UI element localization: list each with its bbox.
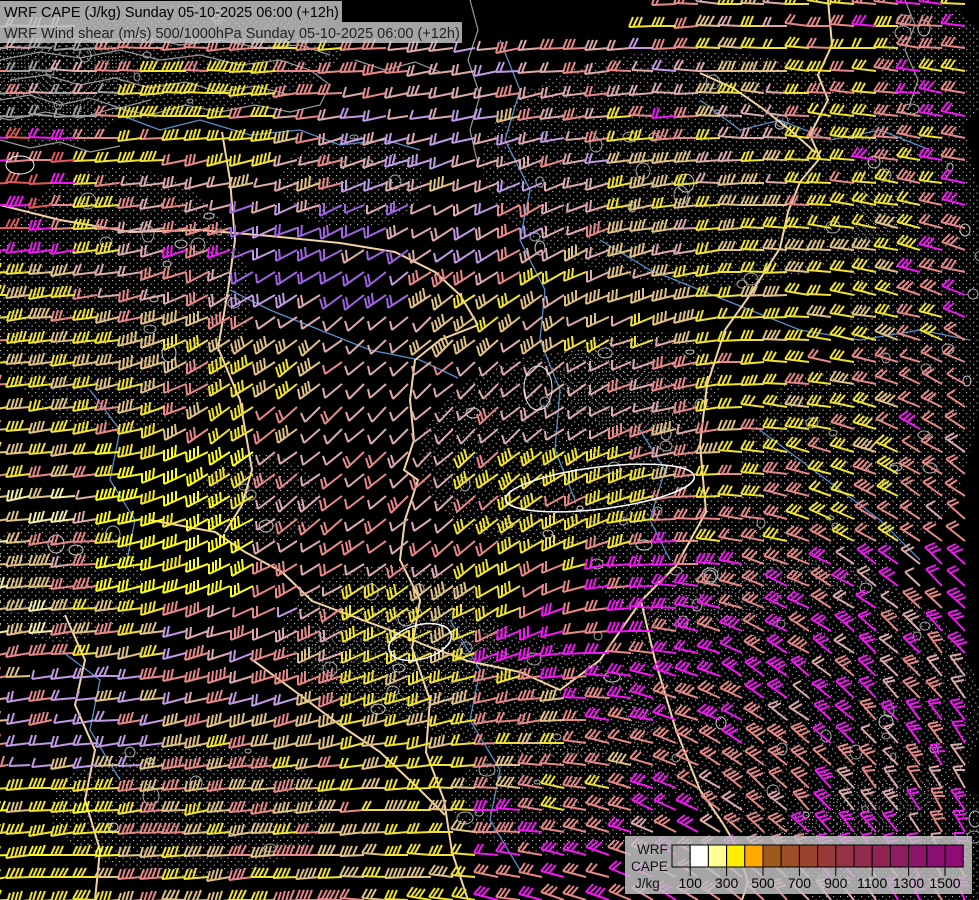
svg-text:CAPE: CAPE [631, 859, 668, 874]
svg-text:100: 100 [679, 875, 703, 891]
svg-text:1100: 1100 [857, 875, 887, 891]
svg-text:300: 300 [715, 875, 739, 891]
svg-text:700: 700 [788, 875, 812, 891]
svg-text:1500: 1500 [929, 875, 960, 891]
svg-text:900: 900 [824, 875, 848, 891]
svg-text:WRF: WRF [637, 842, 668, 857]
svg-text:J/kg: J/kg [635, 876, 660, 891]
svg-text:1300: 1300 [893, 875, 924, 891]
svg-text:WRF Wind shear (m/s) 500/1000h: WRF Wind shear (m/s) 500/1000hPa Sunday … [4, 26, 460, 42]
svg-text:500: 500 [751, 875, 775, 891]
svg-text:WRF CAPE (J/kg) Sunday 05-10-2: WRF CAPE (J/kg) Sunday 05-10-2025 06:00 … [4, 5, 339, 21]
